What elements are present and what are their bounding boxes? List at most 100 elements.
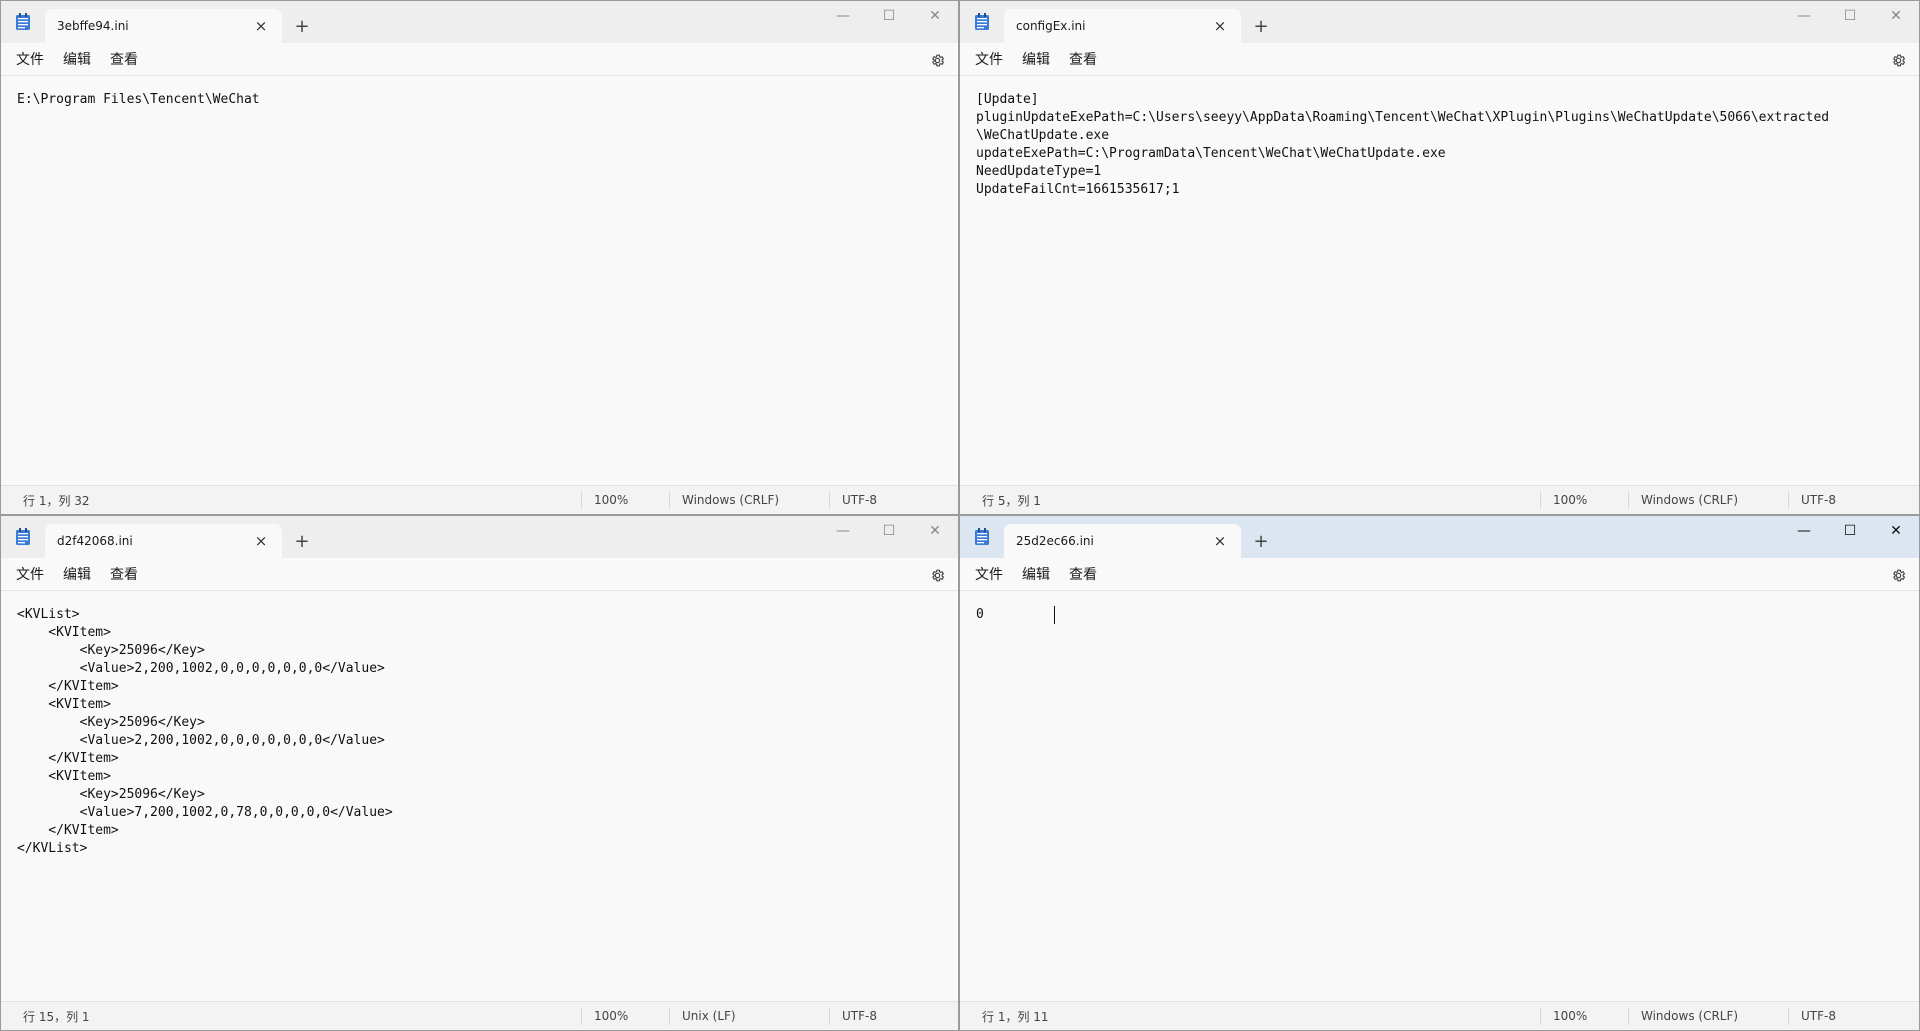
tab-file[interactable]: configEx.ini × <box>1004 9 1241 43</box>
close-button[interactable]: ✕ <box>1873 1 1919 31</box>
editor-line: UpdateFailCnt=1661535617;1 <box>976 182 1180 197</box>
editor-line: </KVList> <box>17 841 88 856</box>
zoom-level[interactable]: 100% <box>581 1007 628 1025</box>
zoom-level[interactable]: 100% <box>581 491 628 509</box>
zoom-level[interactable]: 100% <box>1540 491 1587 509</box>
notepad-window-1[interactable]: 3ebffe94.ini × + — ☐ ✕ 文件 编辑 查看 E:\Progr… <box>0 0 959 515</box>
menu-edit[interactable]: 编辑 <box>1013 45 1059 73</box>
editor-line: E:\Program Files\Tencent\WeChat <box>17 92 260 107</box>
gear-icon[interactable] <box>1887 49 1909 71</box>
menu-bar: 文件 编辑 查看 <box>1 43 958 75</box>
menu-file[interactable]: 文件 <box>966 560 1012 588</box>
line-ending[interactable]: Windows (CRLF) <box>1628 1007 1738 1025</box>
notepad-window-3[interactable]: d2f42068.ini × + — ☐ ✕ 文件 编辑 查看 <KVList>… <box>0 515 959 1031</box>
status-bar: 行 15，列 1 100% Unix (LF) UTF-8 <box>1 1001 958 1030</box>
caption-buttons: — ☐ ✕ <box>820 516 958 546</box>
maximize-button[interactable]: ☐ <box>866 516 912 546</box>
text-editor[interactable]: <KVList> <KVItem> <Key>25096</Key> <Valu… <box>1 590 958 1001</box>
caption-buttons: — ☐ ✕ <box>1781 516 1919 546</box>
editor-line: <Key>25096</Key> <box>17 715 205 730</box>
menu-edit[interactable]: 编辑 <box>54 45 100 73</box>
gear-icon[interactable] <box>1887 564 1909 586</box>
notepad-window-2[interactable]: configEx.ini × + — ☐ ✕ 文件 编辑 查看 [Update]… <box>959 0 1920 515</box>
desktop: 3ebffe94.ini × + — ☐ ✕ 文件 编辑 查看 E:\Progr… <box>0 0 1920 1031</box>
notepad-icon <box>960 1 1004 43</box>
close-tab-icon[interactable]: × <box>250 530 272 552</box>
editor-line: pluginUpdateExePath=C:\Users\seeyy\AppDa… <box>976 110 1830 125</box>
close-tab-icon[interactable]: × <box>1209 15 1231 37</box>
new-tab-button[interactable]: + <box>1241 9 1281 43</box>
text-editor[interactable]: [Update] pluginUpdateExePath=C:\Users\see… <box>960 75 1919 485</box>
cursor-position: 行 5，列 1 <box>982 493 1041 508</box>
menu-bar: 文件 编辑 查看 <box>960 43 1919 75</box>
editor-line: </KVItem> <box>17 751 119 766</box>
line-ending[interactable]: Unix (LF) <box>669 1007 736 1025</box>
encoding[interactable]: UTF-8 <box>829 491 877 509</box>
notepad-icon <box>960 516 1004 558</box>
minimize-button[interactable]: — <box>820 1 866 31</box>
menu-file[interactable]: 文件 <box>7 560 53 588</box>
minimize-button[interactable]: — <box>1781 1 1827 31</box>
menu-file[interactable]: 文件 <box>966 45 1012 73</box>
text-editor[interactable]: 0 <box>960 590 1919 1001</box>
editor-line-text: 0 <box>976 607 1055 622</box>
new-tab-button[interactable]: + <box>282 524 322 558</box>
caption-buttons: — ☐ ✕ <box>1781 1 1919 31</box>
line-ending[interactable]: Windows (CRLF) <box>1628 491 1738 509</box>
title-bar[interactable]: 25d2ec66.ini × + — ☐ ✕ <box>960 516 1919 558</box>
tab-file[interactable]: 3ebffe94.ini × <box>45 9 282 43</box>
maximize-button[interactable]: ☐ <box>1827 516 1873 546</box>
menu-view[interactable]: 查看 <box>1060 45 1106 73</box>
cursor-position: 行 15，列 1 <box>23 1009 90 1024</box>
close-tab-icon[interactable]: × <box>250 15 272 37</box>
editor-line: <Value>7,200,1002,0,78,0,0,0,0,0</Value> <box>17 805 393 820</box>
menu-edit[interactable]: 编辑 <box>1013 560 1059 588</box>
menu-bar: 文件 编辑 查看 <box>960 558 1919 590</box>
editor-line: updateExePath=C:\ProgramData\Tencent\WeC… <box>976 146 1446 161</box>
maximize-button[interactable]: ☐ <box>1827 1 1873 31</box>
menu-file[interactable]: 文件 <box>7 45 53 73</box>
gear-icon[interactable] <box>926 49 948 71</box>
menu-view[interactable]: 查看 <box>101 45 147 73</box>
minimize-button[interactable]: — <box>820 516 866 546</box>
tab-file[interactable]: 25d2ec66.ini × <box>1004 524 1241 558</box>
menu-edit[interactable]: 编辑 <box>54 560 100 588</box>
title-bar[interactable]: configEx.ini × + — ☐ ✕ <box>960 1 1919 43</box>
menu-view[interactable]: 查看 <box>101 560 147 588</box>
editor-line: <Value>2,200,1002,0,0,0,0,0,0,0</Value> <box>17 733 385 748</box>
editor-line: <KVItem> <box>17 769 111 784</box>
editor-line: [Update] <box>976 92 1039 107</box>
zoom-level[interactable]: 100% <box>1540 1007 1587 1025</box>
editor-line: 0 <box>976 606 1903 624</box>
editor-line: <Value>2,200,1002,0,0,0,0,0,0,0</Value> <box>17 661 385 676</box>
encoding[interactable]: UTF-8 <box>1788 491 1836 509</box>
text-editor[interactable]: E:\Program Files\Tencent\WeChat <box>1 75 958 485</box>
editor-line: \WeChatUpdate.exe <box>976 128 1110 143</box>
encoding[interactable]: UTF-8 <box>829 1007 877 1025</box>
new-tab-button[interactable]: + <box>1241 524 1281 558</box>
new-tab-button[interactable]: + <box>282 9 322 43</box>
tab-label: 3ebffe94.ini <box>57 19 129 33</box>
close-tab-icon[interactable]: × <box>1209 530 1231 552</box>
gear-icon[interactable] <box>926 564 948 586</box>
title-bar[interactable]: d2f42068.ini × + — ☐ ✕ <box>1 516 958 558</box>
tab-label: configEx.ini <box>1016 19 1086 33</box>
editor-line: NeedUpdateType=1 <box>976 164 1102 179</box>
status-bar: 行 1，列 11 100% Windows (CRLF) UTF-8 <box>960 1001 1919 1030</box>
close-button[interactable]: ✕ <box>912 516 958 546</box>
encoding[interactable]: UTF-8 <box>1788 1007 1836 1025</box>
line-ending[interactable]: Windows (CRLF) <box>669 491 779 509</box>
notepad-window-4[interactable]: 25d2ec66.ini × + — ☐ ✕ 文件 编辑 查看 0 行 1，列 … <box>959 515 1920 1031</box>
cursor-position: 行 1，列 11 <box>982 1009 1049 1024</box>
tab-file[interactable]: d2f42068.ini × <box>45 524 282 558</box>
title-bar[interactable]: 3ebffe94.ini × + — ☐ ✕ <box>1 1 958 43</box>
close-button[interactable]: ✕ <box>912 1 958 31</box>
maximize-button[interactable]: ☐ <box>866 1 912 31</box>
close-button[interactable]: ✕ <box>1873 516 1919 546</box>
tab-label: 25d2ec66.ini <box>1016 534 1094 548</box>
status-bar: 行 5，列 1 100% Windows (CRLF) UTF-8 <box>960 485 1919 514</box>
editor-line: <Key>25096</Key> <box>17 787 205 802</box>
menu-view[interactable]: 查看 <box>1060 560 1106 588</box>
minimize-button[interactable]: — <box>1781 516 1827 546</box>
text-caret <box>1054 606 1056 624</box>
